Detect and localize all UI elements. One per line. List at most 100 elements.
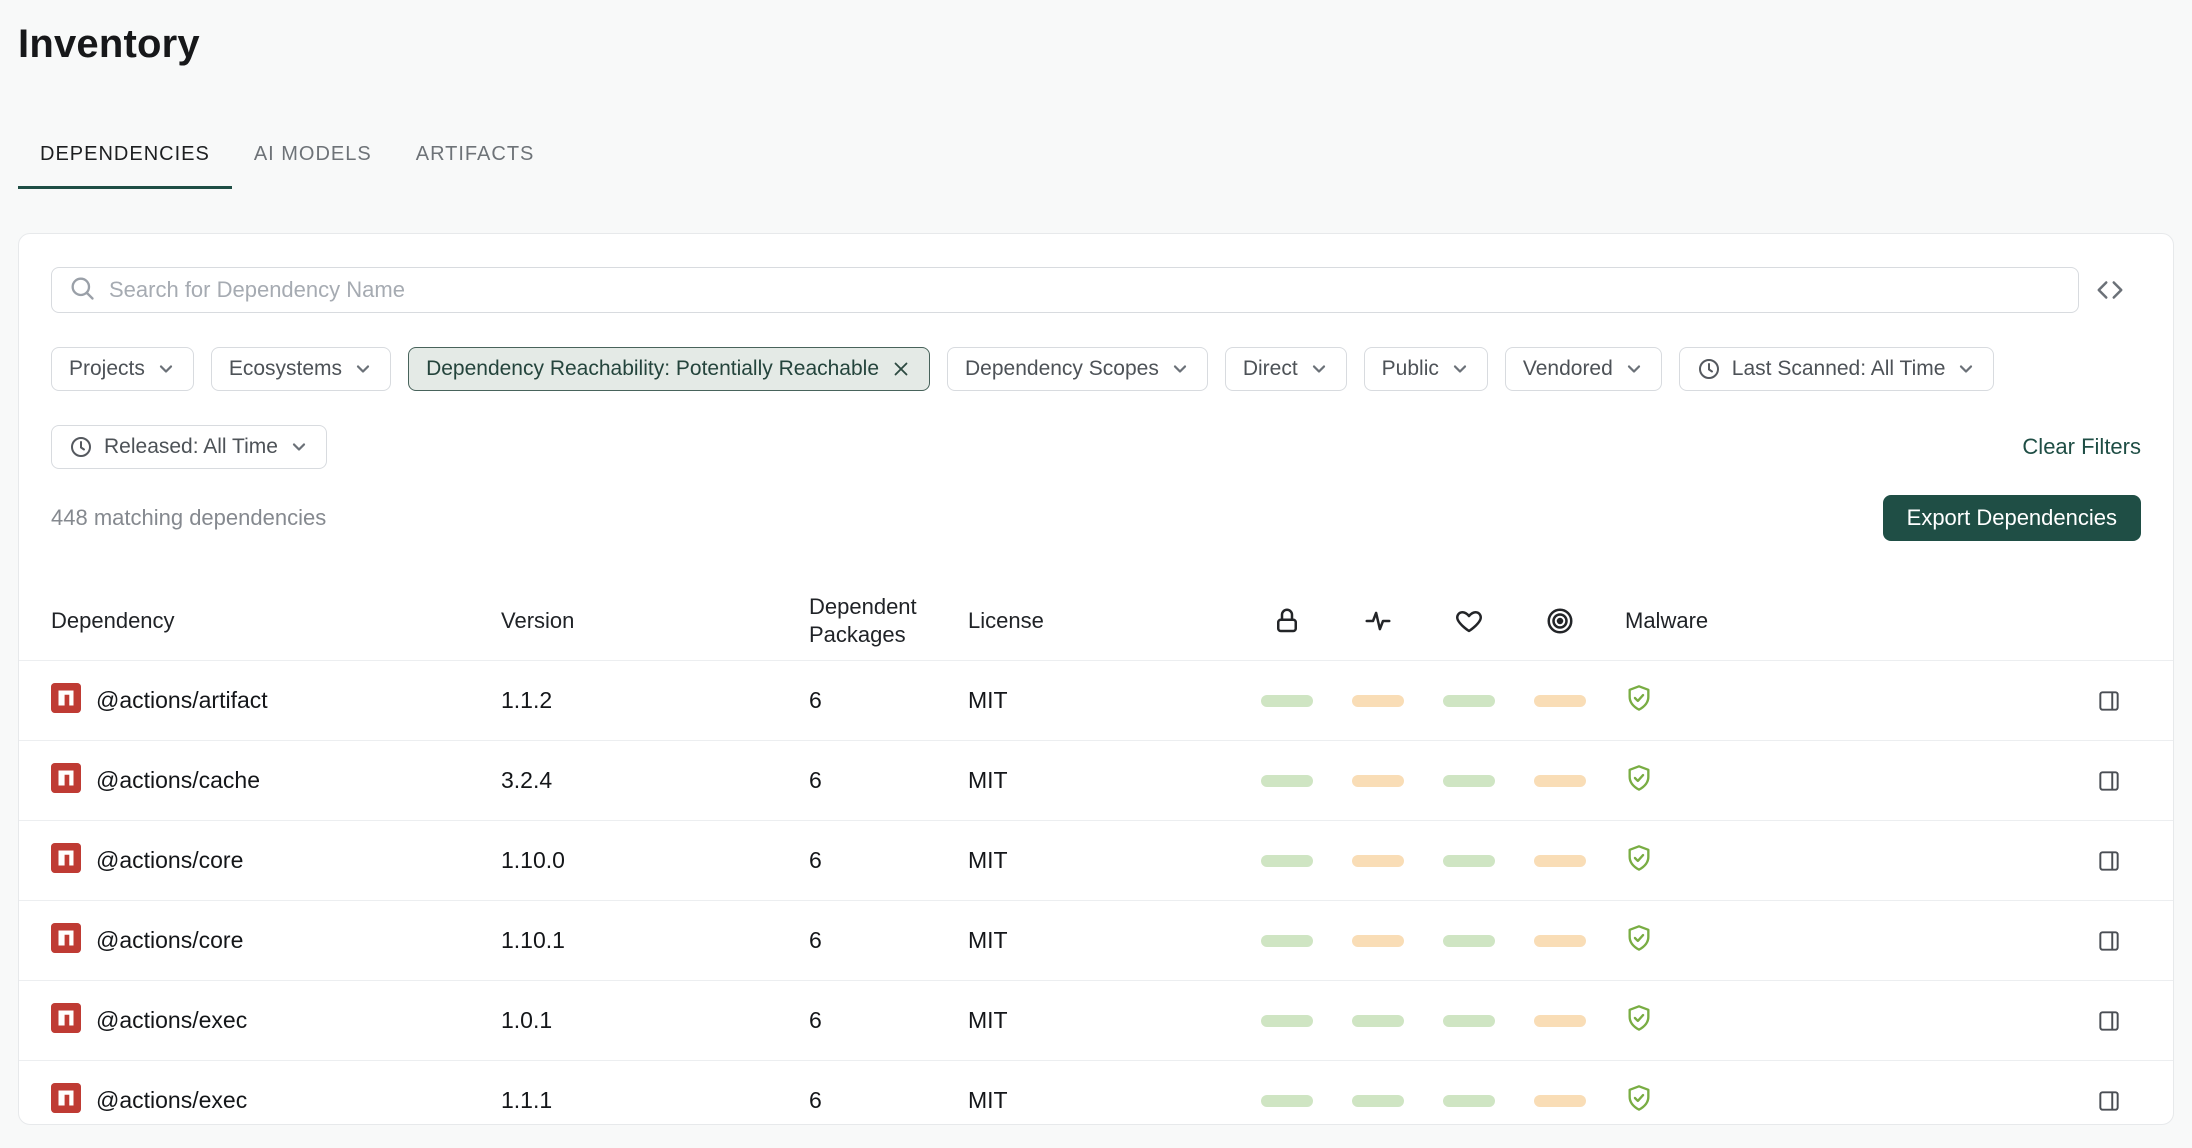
filter-chip[interactable]: Direct (1225, 347, 1347, 391)
dependency-name: @actions/exec (96, 1007, 247, 1034)
summary-row: 448 matching dependencies Export Depende… (51, 495, 2141, 541)
vulnerability-score-bar (1534, 1015, 1586, 1027)
column-header-license: License (968, 608, 1241, 634)
chevron-down-icon (1624, 359, 1644, 379)
tab-ai-models[interactable]: AI MODELS (232, 143, 394, 189)
vulnerability-score-bar (1534, 775, 1586, 787)
chevron-down-icon (1170, 359, 1190, 379)
version-cell: 1.0.1 (501, 1007, 809, 1034)
search-input[interactable] (109, 277, 2062, 303)
open-side-panel-icon[interactable] (2077, 1008, 2141, 1034)
remove-filter-icon[interactable] (890, 358, 912, 380)
column-header-version: Version (501, 608, 809, 634)
version-cell: 1.10.1 (501, 927, 809, 954)
license-cell: MIT (968, 767, 1241, 794)
activity-icon (1332, 606, 1423, 636)
malware-status (1605, 1004, 2077, 1037)
malware-status (1605, 844, 2077, 877)
filter-chip[interactable]: Public (1364, 347, 1488, 391)
quality-score-bar (1352, 855, 1404, 867)
open-side-panel-icon[interactable] (2077, 768, 2141, 794)
search-box (51, 267, 2079, 313)
chevron-down-icon (156, 359, 176, 379)
export-dependencies-button[interactable]: Export Dependencies (1883, 495, 2141, 541)
filter-chip-label: Dependency Scopes (965, 357, 1159, 381)
dependent-packages-cell: 6 (809, 687, 968, 714)
tab-label: AI MODELS (254, 143, 372, 165)
malware-status (1605, 764, 2077, 797)
quality-score-bar (1352, 1095, 1404, 1107)
clock-icon (69, 435, 93, 459)
dependent-packages-cell: 6 (809, 1087, 968, 1114)
version-cell: 1.1.2 (501, 687, 809, 714)
filter-chip[interactable]: Dependency Scopes (947, 347, 1208, 391)
filter-chip[interactable]: Ecosystems (211, 347, 391, 391)
table-row[interactable]: @actions/core 1.10.0 6 MIT (19, 821, 2173, 901)
license-cell: MIT (968, 1007, 1241, 1034)
filter-chips-row-1: Projects Ecosystems Dependency Reachabil… (51, 347, 2141, 391)
table-row[interactable]: @actions/cache 3.2.4 6 MIT (19, 741, 2173, 821)
filter-chip-label: Direct (1243, 357, 1298, 381)
shield-check-icon (1625, 859, 1653, 876)
filter-chip-label: Dependency Reachability: Potentially Rea… (426, 357, 879, 381)
quality-score-bar (1352, 935, 1404, 947)
npm-package-icon (51, 1003, 81, 1038)
security-score-bar (1261, 695, 1313, 707)
quality-score-bar (1352, 695, 1404, 707)
security-score-bar (1261, 855, 1313, 867)
tab-dependencies[interactable]: DEPENDENCIES (18, 143, 232, 189)
maintenance-score-bar (1443, 695, 1495, 707)
malware-status (1605, 924, 2077, 957)
column-header-malware: Malware (1605, 608, 2077, 634)
heart-icon (1423, 606, 1514, 636)
table-row[interactable]: @actions/exec 1.1.1 6 MIT (19, 1061, 2173, 1125)
maintenance-score-bar (1443, 935, 1495, 947)
match-count: 448 matching dependencies (51, 505, 326, 531)
code-search-icon[interactable] (2079, 275, 2141, 305)
security-score-bar (1261, 935, 1313, 947)
filter-chip[interactable]: Dependency Reachability: Potentially Rea… (408, 347, 930, 391)
security-score-bar (1261, 775, 1313, 787)
dependencies-panel: Projects Ecosystems Dependency Reachabil… (18, 233, 2174, 1125)
quality-score-bar (1352, 775, 1404, 787)
shield-check-icon (1625, 699, 1653, 716)
license-cell: MIT (968, 927, 1241, 954)
inventory-page: Inventory DEPENDENCIESAI MODELSARTIFACTS… (0, 0, 2192, 1125)
vulnerability-score-bar (1534, 1095, 1586, 1107)
search-icon (68, 274, 96, 307)
table-row[interactable]: @actions/core 1.10.1 6 MIT (19, 901, 2173, 981)
chevron-down-icon (1309, 359, 1329, 379)
clear-filters-link[interactable]: Clear Filters (2022, 434, 2141, 460)
search-row (51, 267, 2141, 313)
column-header-dependency: Dependency (51, 608, 501, 634)
table-row[interactable]: @actions/artifact 1.1.2 6 MIT (19, 661, 2173, 741)
vulnerability-score-bar (1534, 695, 1586, 707)
open-side-panel-icon[interactable] (2077, 848, 2141, 874)
npm-package-icon (51, 683, 81, 718)
open-side-panel-icon[interactable] (2077, 928, 2141, 954)
table-body: @actions/artifact 1.1.2 6 MIT @actions/c… (19, 661, 2173, 1125)
filter-chip[interactable]: Vendored (1505, 347, 1662, 391)
filter-chip[interactable]: Last Scanned: All Time (1679, 347, 1995, 391)
dependency-name: @actions/exec (96, 1087, 247, 1114)
maintenance-score-bar (1443, 775, 1495, 787)
filter-chip[interactable]: Projects (51, 347, 194, 391)
filter-chip-label: Public (1382, 357, 1439, 381)
vulnerability-score-bar (1534, 855, 1586, 867)
dependent-packages-cell: 6 (809, 847, 968, 874)
tab-artifacts[interactable]: ARTIFACTS (394, 143, 557, 189)
table-row[interactable]: @actions/exec 1.0.1 6 MIT (19, 981, 2173, 1061)
malware-status (1605, 684, 2077, 717)
version-cell: 1.10.0 (501, 847, 809, 874)
chevron-down-icon (1450, 359, 1470, 379)
open-side-panel-icon[interactable] (2077, 1088, 2141, 1114)
dependent-packages-cell: 6 (809, 927, 968, 954)
npm-package-icon (51, 843, 81, 878)
filter-chip[interactable]: Released: All Time (51, 425, 327, 469)
security-score-bar (1261, 1095, 1313, 1107)
license-cell: MIT (968, 687, 1241, 714)
malware-status (1605, 1084, 2077, 1117)
open-side-panel-icon[interactable] (2077, 688, 2141, 714)
filter-chip-label: Projects (69, 357, 145, 381)
maintenance-score-bar (1443, 855, 1495, 867)
